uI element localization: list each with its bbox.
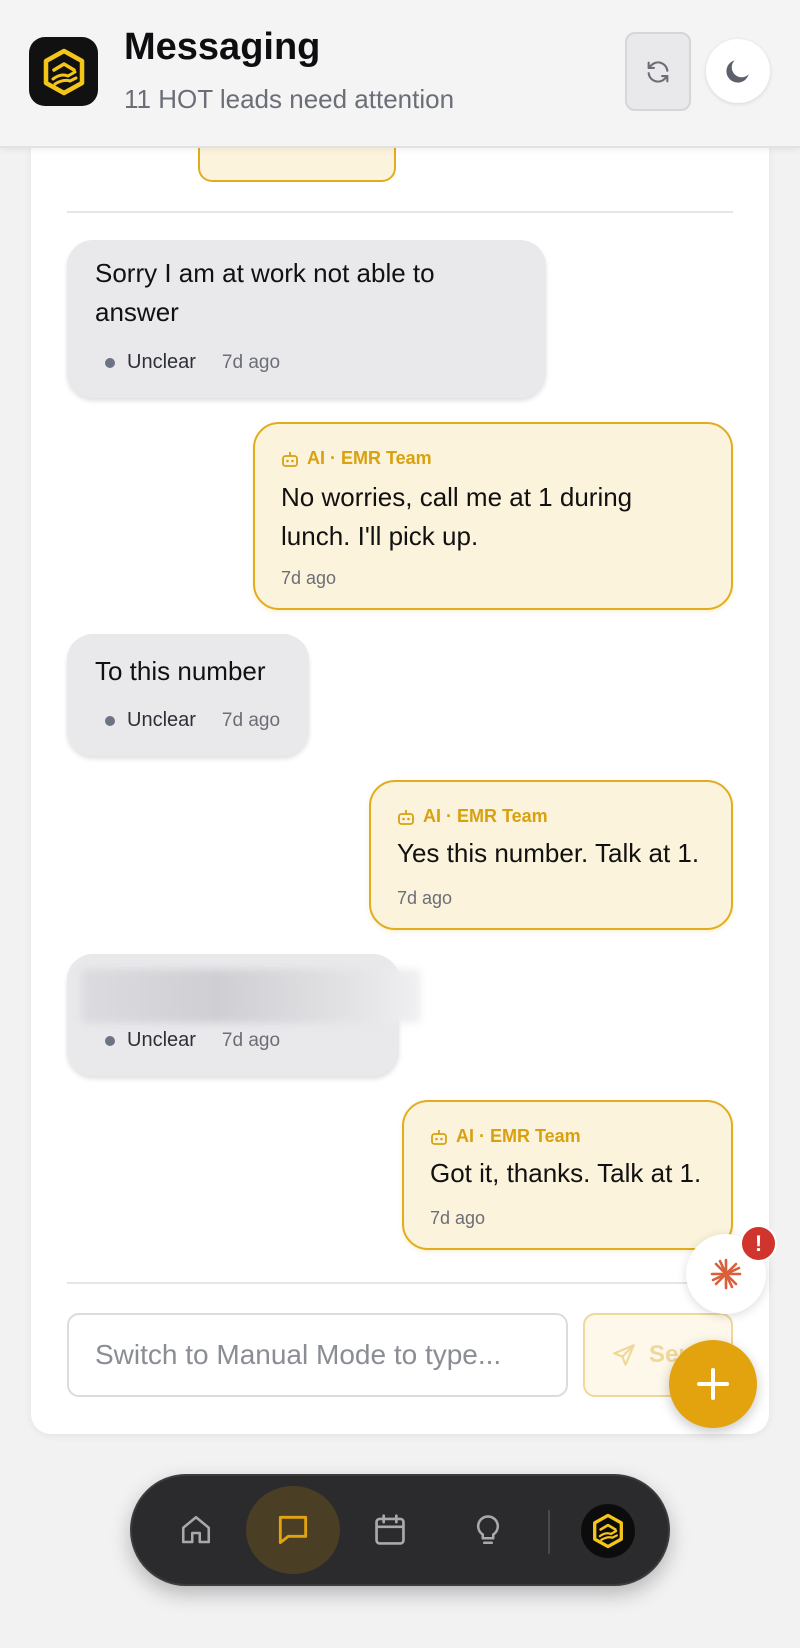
message-sender: AI · EMR Team xyxy=(397,806,548,827)
message-icon xyxy=(278,1515,308,1545)
message-time: 7d ago xyxy=(281,568,337,588)
nav-brand[interactable] xyxy=(581,1504,635,1558)
robot-icon xyxy=(398,809,414,825)
status-dot xyxy=(105,1035,115,1046)
divider xyxy=(67,211,733,213)
home-icon xyxy=(181,1515,211,1544)
sender-label: AI · EMR Team xyxy=(456,1126,581,1146)
sparkle-icon xyxy=(710,1258,742,1290)
hot-leads-subtitle: 11 HOT leads need attention xyxy=(124,84,455,114)
incoming-message: Sorry I am at work not able to answer Un… xyxy=(67,240,546,398)
robot-icon xyxy=(282,451,298,467)
lead-status: Unclear xyxy=(127,351,196,373)
message-sender: AI · EMR Team xyxy=(281,448,432,469)
lead-status: Unclear xyxy=(127,1029,196,1051)
message-time: 7d ago xyxy=(221,1029,281,1051)
incoming-message: To this number Unclear 7d ago xyxy=(67,634,309,756)
message-text-line: To this number xyxy=(95,656,266,686)
nav-calendar[interactable] xyxy=(350,1490,430,1570)
alert-badge: ! xyxy=(740,1225,777,1262)
message-meta: Unclear 7d ago xyxy=(105,709,280,732)
paper-plane-icon xyxy=(613,1344,635,1366)
moon-icon xyxy=(726,60,749,83)
page-title: Messaging xyxy=(124,26,321,68)
nav-home[interactable] xyxy=(156,1490,236,1570)
app-header: Messaging 11 HOT leads need attention xyxy=(0,0,800,148)
redacted-message-text xyxy=(81,969,421,1023)
brand-logo-icon xyxy=(593,1513,623,1549)
house-hand-logo-icon xyxy=(43,48,84,95)
ai-message: AI · EMR Team Yes this number. Talk at 1… xyxy=(369,780,733,930)
status-dot xyxy=(105,715,115,726)
ai-message: AI · EMR Team Got it, thanks. Talk at 1.… xyxy=(402,1100,733,1250)
message-text-line: Got it, thanks. Talk at 1. xyxy=(430,1158,702,1188)
message-input[interactable] xyxy=(67,1313,568,1397)
dark-mode-toggle[interactable] xyxy=(706,39,770,103)
app-logo xyxy=(29,37,98,106)
message-time: 7d ago xyxy=(397,888,453,908)
message-time: 7d ago xyxy=(221,709,281,731)
robot-icon xyxy=(431,1129,447,1145)
ai-message: AI · EMR Team No worries, call me at 1 d… xyxy=(253,422,733,610)
message-text-line: No worries, call me at 1 during xyxy=(281,482,633,512)
nav-insights[interactable] xyxy=(448,1490,528,1570)
refresh-button[interactable] xyxy=(625,32,691,111)
nav-divider xyxy=(548,1510,550,1554)
lead-status: Unclear xyxy=(127,709,196,731)
divider xyxy=(67,1282,733,1284)
message-text-line: Sorry I am at work not able to xyxy=(95,258,435,288)
message-text-line: answer xyxy=(95,297,179,327)
nav-messages[interactable] xyxy=(246,1486,340,1574)
message-time: 7d ago xyxy=(430,1208,486,1228)
calendar-icon xyxy=(375,1514,405,1545)
message-text-line: lunch. I'll pick up. xyxy=(281,521,479,551)
message-time: 7d ago xyxy=(221,351,281,373)
message-text-line: Yes this number. Talk at 1. xyxy=(397,838,700,868)
add-button[interactable] xyxy=(669,1340,757,1428)
sender-label: AI · EMR Team xyxy=(307,448,432,468)
message-meta: Unclear 7d ago xyxy=(105,1029,280,1052)
bottom-navigation xyxy=(130,1474,670,1586)
sender-label: AI · EMR Team xyxy=(423,806,548,826)
lightbulb-icon xyxy=(476,1515,500,1545)
message-sender: AI · EMR Team xyxy=(430,1126,581,1147)
message-meta: Unclear 7d ago xyxy=(105,351,280,374)
plus-icon xyxy=(697,1368,729,1400)
refresh-icon xyxy=(647,60,669,83)
status-dot xyxy=(105,357,115,368)
